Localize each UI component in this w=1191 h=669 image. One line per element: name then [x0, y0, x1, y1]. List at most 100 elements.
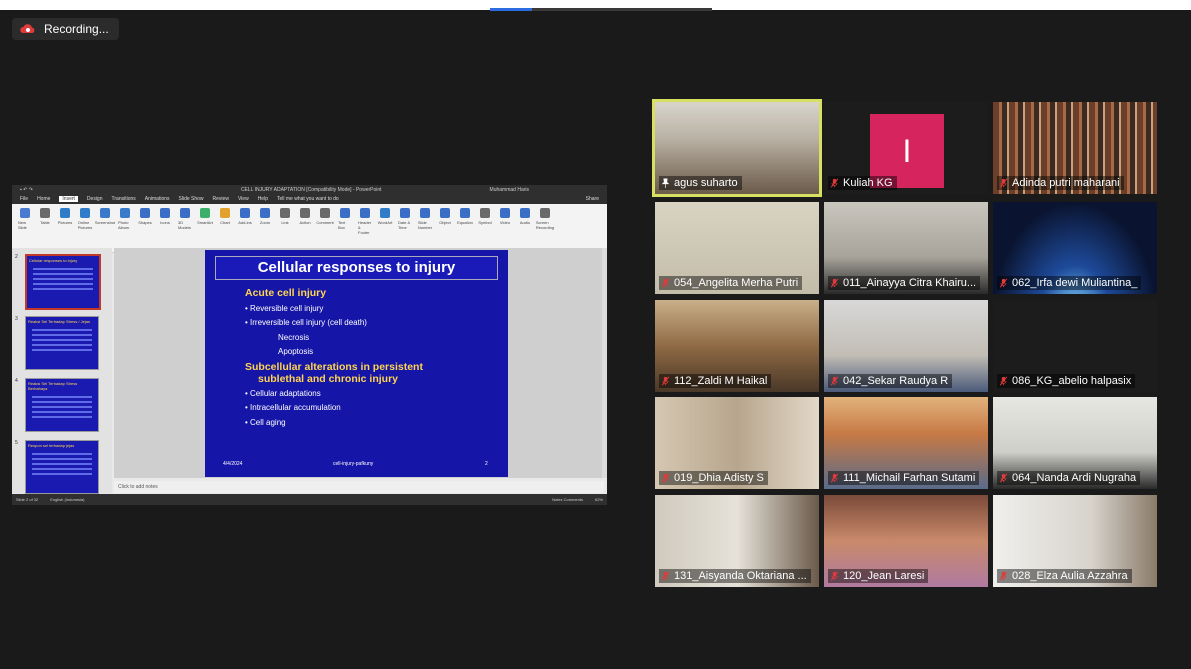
- ribbon-button[interactable]: Equation: [457, 208, 473, 225]
- participant-name-label: 019_Dhia Adisty S: [659, 471, 768, 485]
- ribbon-button[interactable]: SmartArt: [197, 208, 213, 225]
- participant-tile[interactable]: 064_Nanda Ardi Nugraha: [993, 397, 1157, 489]
- ribbon-icon: [320, 208, 330, 218]
- ribbon-button[interactable]: Icons: [158, 208, 172, 225]
- slide-bullet: Irreversible cell injury (cell death): [245, 318, 367, 327]
- ppt-menu-item[interactable]: Transitions: [112, 196, 136, 202]
- ribbon-button[interactable]: Action: [298, 208, 312, 225]
- ribbon-button[interactable]: Shapes: [138, 208, 152, 225]
- ribbon-icon: [20, 208, 30, 218]
- ribbon-button[interactable]: Slide Number: [418, 208, 432, 230]
- ribbon-button[interactable]: Link: [278, 208, 292, 225]
- ribbon-icon: [260, 208, 270, 218]
- slide-thumbnail[interactable]: Reaksi Sel Terhadap Stress / Jejas: [25, 316, 99, 370]
- muted-mic-icon: [999, 473, 1008, 483]
- ribbon-icon: [80, 208, 90, 218]
- ppt-save-icon[interactable]: ▪ ↶ ↷: [20, 187, 33, 193]
- ribbon-icon: [480, 208, 490, 218]
- ribbon-button[interactable]: Photo Album: [118, 208, 132, 230]
- ribbon-button[interactable]: 3D Models: [178, 208, 192, 230]
- slide-title: Cellular responses to injury: [257, 259, 456, 276]
- ribbon-button[interactable]: Screen Recording: [536, 208, 554, 230]
- thumbnail-text-line: [32, 349, 92, 351]
- ppt-menu-item[interactable]: View: [238, 196, 249, 202]
- ppt-share-button[interactable]: Share: [586, 196, 599, 202]
- ppt-user[interactable]: Muhammad Haris: [490, 187, 529, 193]
- ribbon-button[interactable]: New Slide: [18, 208, 32, 230]
- participant-tile[interactable]: 054_Angelita Merha Putri: [655, 202, 819, 294]
- ribbon-icon: [460, 208, 470, 218]
- ribbon-label: Screenshot: [94, 220, 116, 225]
- ribbon-button[interactable]: Zoom: [258, 208, 272, 225]
- zoom-level[interactable]: 62%: [595, 497, 603, 502]
- participant-tile[interactable]: I Kuliah KG: [824, 102, 988, 194]
- ribbon-label: Chart: [220, 220, 230, 225]
- participant-name: 111_Michail Farhan Sutami: [843, 472, 976, 484]
- slide-thumbnail[interactable]: Cellular responses to injury: [25, 254, 101, 310]
- ppt-menu-item[interactable]: Tell me what you want to do: [277, 196, 339, 202]
- ppt-menu-item[interactable]: Slide Show: [179, 196, 204, 202]
- ribbon-button[interactable]: Add-ins: [238, 208, 252, 225]
- language-indicator[interactable]: English (Indonesia): [50, 497, 84, 502]
- ribbon-label: Audio: [519, 220, 531, 225]
- ribbon-button[interactable]: Table: [38, 208, 52, 225]
- vertical-scrollbar[interactable]: [602, 248, 607, 478]
- ribbon-button[interactable]: Screenshot: [94, 208, 116, 225]
- slide-thumbnail-panel[interactable]: 2 Cellular responses to injury 3 Reaksi Sel…: [12, 248, 112, 494]
- ribbon-icon: [400, 208, 410, 218]
- slide-thumbnail[interactable]: Respon sel terhadap jejas: [25, 440, 99, 494]
- thumbnail-text-line: [33, 278, 93, 280]
- ribbon-button[interactable]: Comment: [316, 208, 334, 225]
- participant-tile[interactable]: 086_KG_abelio halpasix: [993, 300, 1157, 392]
- ribbon-button[interactable]: Audio: [518, 208, 532, 225]
- ribbon-button[interactable]: Online Pictures: [78, 208, 92, 230]
- ribbon-button[interactable]: Date & Time: [398, 208, 412, 230]
- participant-name: 054_Angelita Merha Putri: [674, 277, 799, 289]
- ribbon-button[interactable]: Pictures: [58, 208, 72, 225]
- participant-tile[interactable]: 112_Zaldi M Haikal: [655, 300, 819, 392]
- participant-name: Kuliah KG: [843, 177, 893, 189]
- ribbon-button[interactable]: Object: [438, 208, 452, 225]
- participant-tile[interactable]: 120_Jean Laresi: [824, 495, 988, 587]
- ribbon-button[interactable]: Chart: [218, 208, 232, 225]
- ribbon-icon: [180, 208, 190, 218]
- ribbon-icon: [240, 208, 250, 218]
- ppt-menu-item[interactable]: Review: [213, 196, 229, 202]
- notes-comments-buttons[interactable]: Notes Comments: [552, 497, 583, 502]
- participant-tile[interactable]: agus suharto: [652, 99, 822, 197]
- ribbon-button[interactable]: Video: [498, 208, 512, 225]
- ribbon-icon: [200, 208, 210, 218]
- ribbon-icon: [300, 208, 310, 218]
- thumbnail-text-line: [32, 401, 92, 403]
- notes-pane[interactable]: Click to add notes: [114, 481, 604, 493]
- participant-tile[interactable]: 111_Michail Farhan Sutami: [824, 397, 988, 489]
- ppt-menu-item[interactable]: Help: [258, 196, 268, 202]
- participant-tile[interactable]: 019_Dhia Adisty S: [655, 397, 819, 489]
- participant-name-label: 086_KG_abelio halpasix: [997, 374, 1136, 388]
- participant-tile[interactable]: 131_Aisyanda Oktariana ...: [655, 495, 819, 587]
- ribbon-button[interactable]: Text Box: [338, 208, 352, 230]
- participant-tile[interactable]: 042_Sekar Raudya R: [824, 300, 988, 392]
- ribbon-button[interactable]: WordArt: [378, 208, 392, 225]
- ribbon-button[interactable]: Symbol: [478, 208, 492, 225]
- ppt-menu-item[interactable]: Home: [37, 196, 50, 202]
- participant-tile[interactable]: 011_Ainayya Citra Khairu...: [824, 202, 988, 294]
- slide-footer-center: cell-injury-pafkuny: [333, 461, 374, 467]
- participant-tile[interactable]: Adinda putri maharani: [993, 102, 1157, 194]
- thumbnail-text-line: [32, 339, 92, 341]
- ribbon-label: Comment: [316, 220, 334, 225]
- participant-name-label: Adinda putri maharani: [997, 176, 1124, 190]
- participant-tile[interactable]: 062_Irfa dewi Muliantina_: [993, 202, 1157, 294]
- ribbon-button[interactable]: Header & Footer: [358, 208, 372, 235]
- participant-tile[interactable]: 028_Elza Aulia Azzahra: [993, 495, 1157, 587]
- thumbnail-text-line: [32, 406, 92, 408]
- slide-thumbnail[interactable]: Reaksi Sel Terhadap Stress Berbahaya: [25, 378, 99, 432]
- recording-indicator[interactable]: Recording...: [12, 18, 119, 40]
- ribbon-label: Photo Album: [118, 220, 130, 230]
- ppt-menu-item[interactable]: Design: [87, 196, 103, 202]
- ppt-menu-item[interactable]: Animations: [145, 196, 170, 202]
- thumbnail-text-line: [32, 334, 92, 336]
- ppt-menu-item[interactable]: Insert: [59, 196, 78, 202]
- ppt-menu-item[interactable]: File: [20, 196, 28, 202]
- ribbon-icon: [360, 208, 370, 218]
